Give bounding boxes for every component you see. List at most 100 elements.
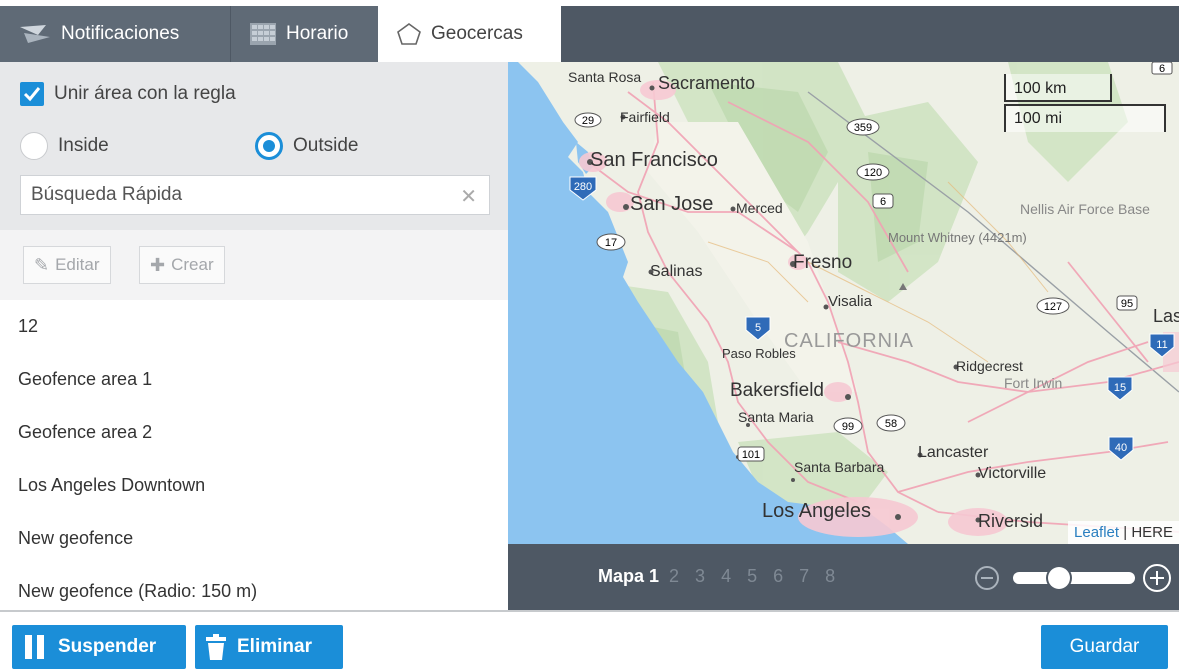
city-label: Victorville	[978, 465, 1046, 482]
outside-option[interactable]: Outside	[255, 132, 358, 160]
svg-text:11: 11	[1156, 339, 1167, 351]
filters-section: Unir área con la regla Inside Outside ✕	[0, 62, 508, 230]
svg-text:58: 58	[885, 418, 897, 430]
delete-button-label: Eliminar	[237, 636, 312, 657]
search-box: ✕	[20, 175, 490, 215]
city-label: Bakersfield	[730, 380, 824, 401]
zoom-slider[interactable]	[1013, 572, 1135, 584]
svg-text:5: 5	[755, 322, 761, 334]
zoom-control	[973, 562, 1173, 592]
city-label: San Jose	[630, 193, 713, 215]
map-page[interactable]: 3	[695, 566, 705, 587]
outside-radio[interactable]	[255, 132, 283, 160]
notifications-icon	[18, 23, 52, 45]
svg-text:99: 99	[842, 421, 854, 433]
city-label: Salinas	[650, 263, 702, 280]
list-item[interactable]: Geofence area 1	[0, 353, 508, 406]
edit-button-label: Editar	[55, 255, 100, 274]
leaflet-link[interactable]: Leaflet	[1074, 524, 1119, 541]
city-label: Lancaster	[918, 444, 989, 461]
map-pages: Mapa 1 2 3 4 5 6 7 8	[598, 566, 851, 587]
join-area-row[interactable]: Unir área con la regla	[20, 82, 236, 106]
search-input[interactable]	[31, 184, 451, 206]
svg-text:95: 95	[1121, 298, 1133, 310]
inside-radio[interactable]	[20, 132, 48, 160]
edit-button[interactable]: ✎ Editar	[23, 246, 111, 284]
tab-notifications-label: Notificaciones	[61, 23, 180, 44]
city-label: Visalia	[828, 293, 873, 310]
suspend-button-label: Suspender	[58, 636, 157, 657]
tab-schedule-label: Horario	[286, 23, 349, 44]
edit-toolbar: ✎ Editar ✚ Crear	[0, 230, 508, 300]
list-item[interactable]: Los Angeles Downtown	[0, 459, 508, 512]
zoom-out-icon[interactable]	[973, 564, 1001, 597]
city-label: San Francisco	[590, 149, 718, 171]
tab-geofences[interactable]: Geocercas	[378, 6, 561, 62]
list-item[interactable]: 12	[0, 300, 508, 353]
save-button[interactable]: Guardar	[1041, 625, 1168, 669]
city-label: Santa Barbara	[794, 459, 884, 475]
map-page[interactable]: 4	[721, 566, 731, 587]
svg-text:359: 359	[854, 122, 872, 134]
list-item[interactable]: New geofence	[0, 512, 508, 565]
svg-text:120: 120	[864, 167, 882, 179]
current-map-label[interactable]: Mapa 1	[598, 566, 659, 587]
route-shield: 29	[574, 112, 602, 128]
pause-icon	[22, 634, 48, 660]
geofence-list: 12 Geofence area 1 Geofence area 2 Los A…	[0, 300, 508, 618]
plus-icon: ✚	[150, 254, 166, 275]
tab-bar: Notificaciones Horario Geocercas	[0, 6, 1179, 62]
footer-divider	[0, 610, 1179, 612]
map-scale: 100 km 100 mi	[1004, 74, 1166, 132]
route-shield: 120	[856, 163, 890, 181]
map-page[interactable]: 8	[825, 566, 835, 587]
delete-button[interactable]: Eliminar	[195, 625, 343, 669]
inside-option[interactable]: Inside	[20, 132, 109, 160]
svg-text:280: 280	[574, 181, 592, 193]
map-page[interactable]: 7	[799, 566, 809, 587]
attribution-separator: |	[1123, 524, 1128, 541]
route-shield: 95	[1116, 295, 1138, 311]
map-attribution: Leaflet | HERE	[1068, 521, 1179, 544]
route-shield: 127	[1036, 297, 1070, 315]
inside-label: Inside	[58, 135, 109, 156]
map-view[interactable]: Santa Rosa Sacramento Fairfield San Fran…	[508, 62, 1179, 544]
zoom-in-icon[interactable]	[1141, 562, 1173, 599]
route-shield: 6	[872, 193, 894, 209]
outside-label: Outside	[293, 135, 359, 156]
attribution-provider: HERE	[1131, 524, 1173, 541]
city-label: Riversid	[978, 511, 1043, 531]
suspend-button[interactable]: Suspender	[12, 625, 186, 669]
clear-icon[interactable]: ✕	[460, 184, 477, 209]
scale-mi: 100 mi	[1004, 104, 1166, 132]
save-button-label: Guardar	[1069, 636, 1140, 657]
join-area-label: Unir área con la regla	[54, 83, 236, 104]
city-label: Fresno	[793, 252, 852, 273]
map-page[interactable]: 5	[747, 566, 757, 587]
join-area-checkbox[interactable]	[20, 82, 44, 106]
city-label: Nellis Air Force Base	[1020, 201, 1150, 217]
create-button[interactable]: ✚ Crear	[139, 246, 225, 284]
list-item[interactable]: Geofence area 2	[0, 406, 508, 459]
map-page[interactable]: 6	[773, 566, 783, 587]
svg-text:29: 29	[582, 115, 594, 127]
city-label: Merced	[736, 200, 783, 216]
city-label: Fort Irwin	[1004, 375, 1062, 391]
city-label: Mount Whitney (4421m)	[888, 230, 1027, 245]
svg-text:40: 40	[1115, 442, 1127, 454]
svg-text:6: 6	[880, 196, 886, 208]
route-shield: 359	[846, 118, 880, 136]
tab-notifications[interactable]: Notificaciones	[0, 6, 230, 62]
route-shield: 17	[596, 233, 626, 251]
geofence-panel: Unir área con la regla Inside Outside ✕ …	[0, 62, 508, 610]
zoom-slider-handle[interactable]	[1048, 567, 1070, 589]
city-label: Fairfield	[620, 109, 670, 125]
trash-icon	[205, 634, 227, 660]
scale-km: 100 km	[1004, 74, 1112, 102]
region-label: CALIFORNIA	[784, 330, 914, 352]
pentagon-icon	[396, 22, 422, 46]
tab-schedule[interactable]: Horario	[230, 6, 378, 62]
city-label: Los Angeles	[762, 500, 871, 522]
map-page[interactable]: 2	[669, 566, 679, 587]
map-canvas: Santa Rosa Sacramento Fairfield San Fran…	[508, 62, 1179, 544]
